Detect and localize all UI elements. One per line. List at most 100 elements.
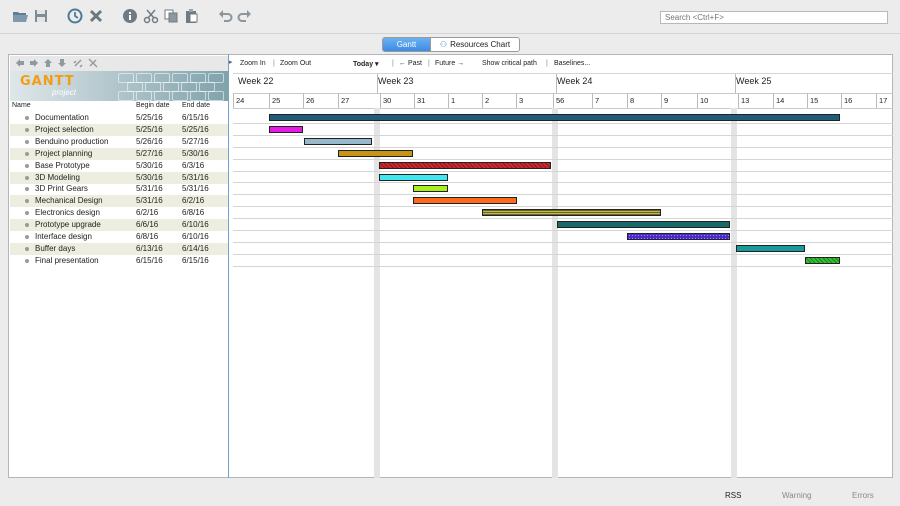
task-row[interactable]: Prototype upgrade 6/6/16 6/10/16 — [10, 219, 228, 232]
undo-icon[interactable] — [217, 8, 233, 24]
task-bar[interactable] — [413, 185, 448, 193]
task-begin-date[interactable]: 6/2/16 — [136, 208, 158, 217]
status-rss[interactable]: RSS — [725, 491, 741, 500]
task-bar[interactable] — [338, 149, 413, 157]
info-icon[interactable] — [122, 8, 138, 24]
cut-icon[interactable] — [143, 8, 159, 24]
delete-icon[interactable] — [88, 8, 104, 24]
task-begin-date[interactable]: 5/25/16 — [136, 113, 163, 122]
task-row[interactable]: Project selection 5/25/16 5/25/16 — [10, 123, 228, 136]
tab-resources-chart[interactable]: ⚇ Resources Chart — [430, 38, 519, 51]
task-bar[interactable] — [627, 233, 730, 240]
task-name[interactable]: Buffer days — [35, 244, 75, 253]
task-name[interactable]: Interface design — [35, 232, 92, 241]
task-end-date[interactable]: 6/2/16 — [182, 196, 204, 205]
task-row[interactable]: Mechanical Design 5/31/16 6/2/16 — [10, 195, 228, 208]
arrow-right-icon[interactable] — [29, 58, 39, 68]
task-bar[interactable] — [379, 161, 551, 169]
link-icon[interactable] — [73, 58, 83, 68]
panel-expand-icon[interactable]: ▸ — [229, 58, 233, 66]
zoom-out-button[interactable]: Zoom Out — [280, 60, 311, 67]
search-input[interactable] — [660, 11, 888, 24]
open-icon[interactable] — [12, 8, 28, 24]
save-icon[interactable] — [33, 8, 49, 24]
zoom-in-button[interactable]: Zoom In — [240, 60, 266, 67]
task-name[interactable]: Final presentation — [35, 256, 99, 265]
task-row[interactable]: 3D Modeling 5/30/16 5/31/16 — [10, 171, 228, 184]
task-row[interactable]: Base Prototype 5/30/16 6/3/16 — [10, 160, 228, 172]
task-end-date[interactable]: 6/8/16 — [182, 208, 204, 217]
task-bar[interactable] — [269, 125, 303, 133]
unlink-icon[interactable] — [88, 58, 98, 68]
paste-icon[interactable] — [183, 8, 199, 24]
task-name[interactable]: Project selection — [35, 125, 94, 134]
task-end-date[interactable]: 6/14/16 — [182, 244, 209, 253]
task-bar[interactable] — [379, 173, 448, 181]
task-row[interactable]: Electronics design 6/2/16 6/8/16 — [10, 207, 228, 219]
task-end-date[interactable]: 5/27/16 — [182, 137, 209, 146]
task-end-date[interactable]: 6/10/16 — [182, 220, 209, 229]
copy-icon[interactable] — [163, 8, 179, 24]
task-row[interactable]: Interface design 6/8/16 6/10/16 — [10, 231, 228, 243]
arrow-left-icon[interactable] — [15, 58, 25, 68]
task-end-date[interactable]: 5/31/16 — [182, 173, 209, 182]
task-bar[interactable] — [482, 209, 661, 217]
status-errors[interactable]: Errors — [852, 491, 874, 500]
task-begin-date[interactable]: 6/8/16 — [136, 232, 158, 241]
tab-gantt[interactable]: Gantt — [383, 38, 430, 51]
task-row[interactable]: Final presentation 6/15/16 6/15/16 — [10, 255, 228, 267]
task-bar[interactable] — [805, 256, 840, 264]
column-header-begin[interactable]: Begin date — [136, 102, 169, 109]
task-bar[interactable] — [269, 114, 840, 121]
critical-path-button[interactable]: Show critical path — [482, 60, 537, 67]
task-name[interactable]: Benduino production — [35, 137, 108, 146]
task-begin-date[interactable]: 6/15/16 — [136, 256, 163, 265]
task-name[interactable]: Mechanical Design — [35, 196, 103, 205]
task-row[interactable]: Benduino production 5/26/16 5/27/16 — [10, 136, 228, 148]
arrow-down-icon[interactable] — [57, 58, 67, 68]
task-end-date[interactable]: 5/30/16 — [182, 149, 209, 158]
task-bar[interactable] — [413, 197, 517, 205]
task-name[interactable]: Documentation — [35, 113, 89, 122]
task-bar[interactable] — [736, 244, 805, 252]
task-name[interactable]: 3D Print Gears — [35, 184, 88, 193]
task-begin-date[interactable]: 5/26/16 — [136, 137, 163, 146]
task-end-date[interactable]: 5/25/16 — [182, 125, 209, 134]
today-dropdown[interactable]: Today ▾ — [353, 60, 379, 68]
task-row[interactable]: 3D Print Gears 5/31/16 5/31/16 — [10, 183, 228, 195]
task-row[interactable]: Documentation 5/25/16 6/15/16 — [10, 112, 228, 124]
task-begin-date[interactable]: 5/30/16 — [136, 173, 163, 182]
task-begin-date[interactable]: 5/27/16 — [136, 149, 163, 158]
day-label: 30 — [383, 96, 392, 105]
task-name[interactable]: Project planning — [35, 149, 92, 158]
task-end-date[interactable]: 6/10/16 — [182, 232, 209, 241]
column-header-name[interactable]: Name — [12, 102, 31, 109]
task-begin-date[interactable]: 5/30/16 — [136, 161, 163, 170]
task-name[interactable]: 3D Modeling — [35, 173, 80, 182]
history-icon[interactable] — [67, 8, 83, 24]
baselines-button[interactable]: Baselines... — [554, 60, 590, 67]
future-button[interactable]: Future → — [435, 60, 464, 67]
task-bar[interactable] — [557, 221, 730, 229]
task-row[interactable]: Project planning 5/27/16 5/30/16 — [10, 147, 228, 160]
task-bullet-icon — [25, 127, 29, 132]
task-end-date[interactable]: 6/3/16 — [182, 161, 204, 170]
redo-icon[interactable] — [237, 8, 253, 24]
task-name[interactable]: Prototype upgrade — [35, 220, 101, 229]
task-row[interactable]: Buffer days 6/13/16 6/14/16 — [10, 242, 228, 255]
task-bar[interactable] — [304, 137, 372, 145]
task-begin-date[interactable]: 5/31/16 — [136, 184, 163, 193]
column-header-end[interactable]: End date — [182, 102, 210, 109]
past-button[interactable]: ← Past — [399, 60, 422, 67]
task-begin-date[interactable]: 5/25/16 — [136, 125, 163, 134]
task-end-date[interactable]: 6/15/16 — [182, 256, 209, 265]
arrow-up-icon[interactable] — [43, 58, 53, 68]
task-begin-date[interactable]: 6/6/16 — [136, 220, 158, 229]
task-name[interactable]: Electronics design — [35, 208, 100, 217]
task-end-date[interactable]: 6/15/16 — [182, 113, 209, 122]
status-warning[interactable]: Warning — [782, 491, 812, 500]
task-end-date[interactable]: 5/31/16 — [182, 184, 209, 193]
task-begin-date[interactable]: 5/31/16 — [136, 196, 163, 205]
task-begin-date[interactable]: 6/13/16 — [136, 244, 163, 253]
task-name[interactable]: Base Prototype — [35, 161, 90, 170]
